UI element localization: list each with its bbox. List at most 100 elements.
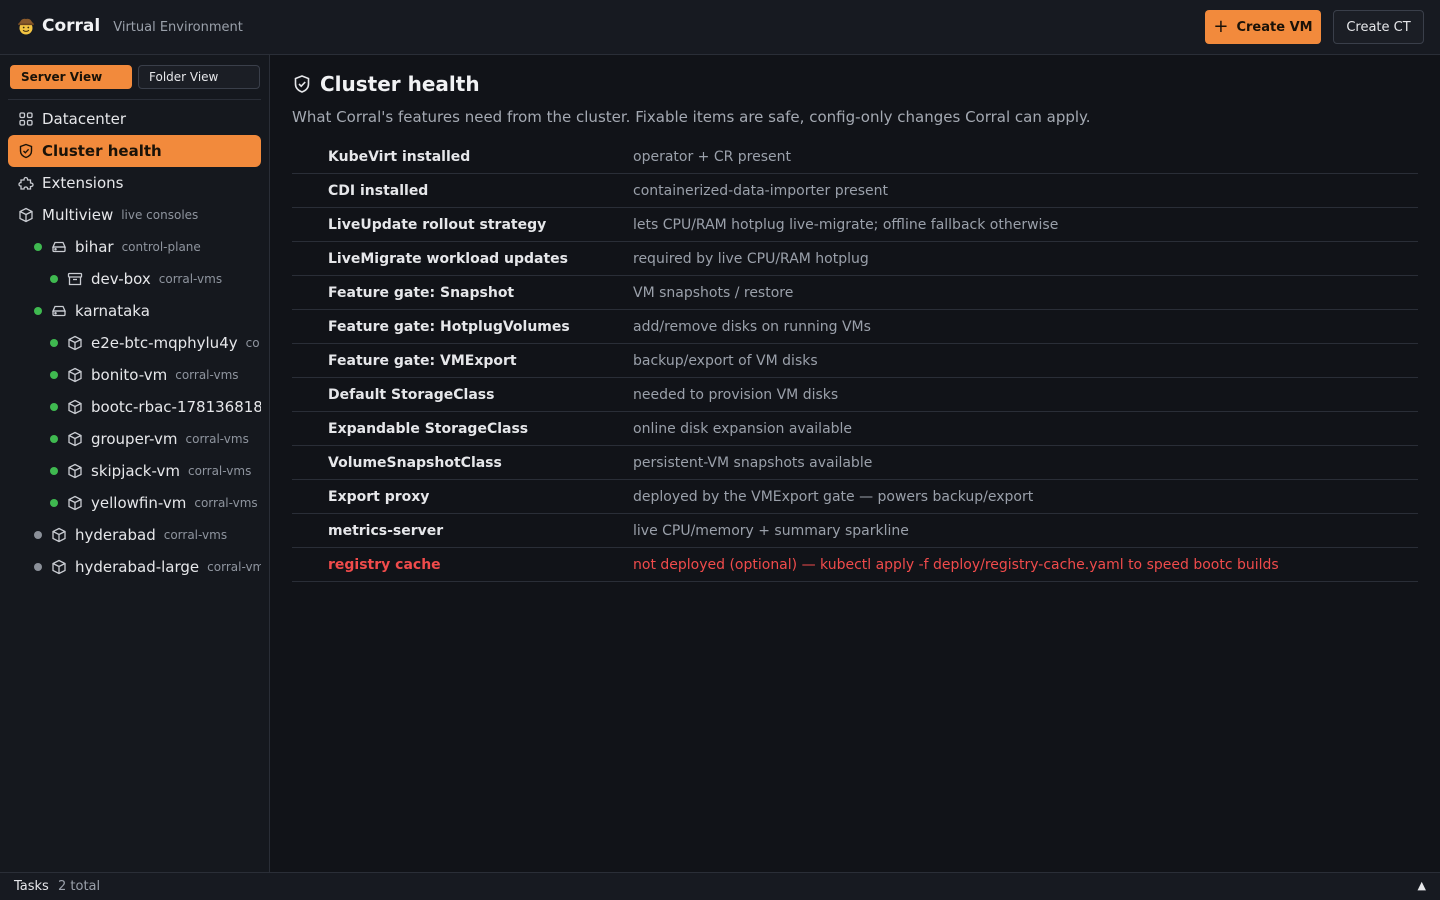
sidebar-vm-bonito[interactable]: bonito-vm corral-vms xyxy=(50,359,261,391)
node-sub: corral-vms xyxy=(194,496,258,510)
sidebar-vm-e2e-btc[interactable]: e2e-btc-mqphylu4y co xyxy=(50,327,261,359)
app-name: Corral xyxy=(42,16,101,36)
check-row: Feature gate: Snapshot VM snapshots / re… xyxy=(292,276,1418,310)
cube-icon xyxy=(19,207,33,223)
cowboy-hat-face-icon xyxy=(18,18,34,35)
check-detail: deployed by the VMExport gate — powers b… xyxy=(633,489,1034,505)
status-dot xyxy=(50,275,58,283)
sidebar-vm-grouper[interactable]: grouper-vm corral-vms xyxy=(50,423,261,455)
check-row: VolumeSnapshotClass persistent-VM snapsh… xyxy=(292,446,1418,480)
sidebar-item-multiview[interactable]: Multiview live consoles xyxy=(8,199,261,231)
tasks-label: Tasks xyxy=(14,879,49,894)
check-name: registry cache xyxy=(328,557,441,573)
sidebar-vm-skipjack[interactable]: skipjack-vm corral-vms xyxy=(50,455,261,487)
main-content: Cluster health What Corral's features ne… xyxy=(292,55,1418,872)
sidebar-item-label: Extensions xyxy=(42,174,124,192)
node-label: grouper-vm xyxy=(91,430,178,448)
create-vm-label: Create VM xyxy=(1236,19,1313,35)
node-sub: control-plane xyxy=(121,240,201,254)
sidebar-vm-yellowfin[interactable]: yellowfin-vm corral-vms xyxy=(50,487,261,519)
cube-icon xyxy=(68,335,82,351)
triangle-up-icon[interactable]: ▲ xyxy=(1418,879,1426,892)
check-detail: not deployed (optional) — kubectl apply … xyxy=(633,557,1279,573)
status-dot xyxy=(34,307,42,315)
sidebar-item-label: Cluster health xyxy=(42,142,162,160)
tab-server-view[interactable]: Server View xyxy=(10,65,132,89)
check-row: Export proxy deployed by the VMExport ga… xyxy=(292,480,1418,514)
check-name: Feature gate: HotplugVolumes xyxy=(328,319,570,335)
check-row: Feature gate: VMExport backup/export of … xyxy=(292,344,1418,378)
sidebar-divider xyxy=(8,99,261,100)
create-ct-button[interactable]: Create CT xyxy=(1333,10,1424,44)
check-name: KubeVirt installed xyxy=(328,149,471,165)
node-label: hyderabad xyxy=(75,526,156,544)
brand[interactable]: Corral Virtual Environment xyxy=(16,16,243,36)
node-sub: corral-vm xyxy=(207,560,261,574)
check-detail: backup/export of VM disks xyxy=(633,353,818,369)
shield-check-icon xyxy=(19,143,33,159)
node-sub: corral-vms xyxy=(158,272,223,286)
sidebar-item-label: Datacenter xyxy=(42,110,127,128)
status-dot xyxy=(34,563,42,571)
node-sub: corral-vms xyxy=(185,432,249,446)
cube-icon xyxy=(68,463,82,479)
sidebar-vm-hyderabad[interactable]: hyderabad corral-vms xyxy=(34,519,261,551)
cube-icon xyxy=(68,367,82,383)
tasks-footer[interactable]: Tasks 2 total ▲ xyxy=(0,872,1440,900)
sidebar-node-bihar[interactable]: bihar control-plane xyxy=(34,231,261,263)
check-name: LiveUpdate rollout strategy xyxy=(328,217,547,233)
check-name: Default StorageClass xyxy=(328,387,495,403)
puzzle-icon xyxy=(18,176,34,190)
node-label: bihar xyxy=(75,238,114,256)
check-name: CDI installed xyxy=(328,183,429,199)
sidebar: Server View Folder View Datacenter Clust… xyxy=(0,55,270,872)
cube-icon xyxy=(52,559,66,575)
sidebar-item-extensions[interactable]: Extensions xyxy=(8,167,261,199)
check-name: Expandable StorageClass xyxy=(328,421,529,437)
check-detail: live CPU/memory + summary sparkline xyxy=(633,523,909,539)
check-name: VolumeSnapshotClass xyxy=(328,455,502,471)
view-tabs: Server View Folder View xyxy=(10,65,260,89)
check-name: LiveMigrate workload updates xyxy=(328,251,569,267)
sidebar-item-datacenter[interactable]: Datacenter xyxy=(8,103,261,135)
create-vm-button[interactable]: + Create VM xyxy=(1205,10,1321,44)
tab-folder-view[interactable]: Folder View xyxy=(138,65,260,89)
cube-icon xyxy=(52,527,66,543)
sidebar-node-karnataka[interactable]: karnataka xyxy=(34,295,261,327)
grid-icon xyxy=(19,112,33,126)
node-label: dev-box xyxy=(91,270,151,288)
check-detail: add/remove disks on running VMs xyxy=(633,319,871,335)
node-label: bootc-rbac-178136818 xyxy=(91,398,261,416)
node-sub: co xyxy=(245,336,260,350)
node-label: skipjack-vm xyxy=(91,462,180,480)
sidebar-vm-bootc-rbac[interactable]: bootc-rbac-178136818 xyxy=(50,391,261,423)
app-subtitle: Virtual Environment xyxy=(113,19,243,35)
check-row: Default StorageClass needed to provision… xyxy=(292,378,1418,412)
check-row: LiveUpdate rollout strategy lets CPU/RAM… xyxy=(292,208,1418,242)
node-sub: corral-vms xyxy=(163,528,228,542)
top-bar: Corral Virtual Environment + Create VM C… xyxy=(0,0,1440,55)
status-dot xyxy=(50,371,58,379)
status-dot xyxy=(50,403,58,411)
check-row-error: registry cache not deployed (optional) —… xyxy=(292,548,1418,582)
node-label: yellowfin-vm xyxy=(91,494,187,512)
check-row: Feature gate: HotplugVolumes add/remove … xyxy=(292,310,1418,344)
check-row: LiveMigrate workload updates required by… xyxy=(292,242,1418,276)
check-name: Export proxy xyxy=(328,489,430,505)
archive-icon xyxy=(67,272,83,286)
sidebar-vm-hyderabad-large[interactable]: hyderabad-large corral-vm xyxy=(34,551,261,583)
check-row: CDI installed containerized-data-importe… xyxy=(292,174,1418,208)
check-detail: containerized-data-importer present xyxy=(633,183,888,199)
check-detail: lets CPU/RAM hotplug live-migrate; offli… xyxy=(633,217,1059,233)
check-detail: required by live CPU/RAM hotplug xyxy=(633,251,869,267)
status-dot xyxy=(34,531,42,539)
plus-icon: + xyxy=(1213,15,1229,37)
status-dot xyxy=(50,467,58,475)
sidebar-item-cluster-health[interactable]: Cluster health xyxy=(8,135,261,167)
sidebar-node-dev-box[interactable]: dev-box corral-vms xyxy=(50,263,261,295)
node-sub: corral-vms xyxy=(187,464,252,478)
page-title: Cluster health xyxy=(320,72,480,96)
check-name: Feature gate: Snapshot xyxy=(328,285,515,301)
status-dot xyxy=(50,339,58,347)
node-label: hyderabad-large xyxy=(75,558,200,576)
